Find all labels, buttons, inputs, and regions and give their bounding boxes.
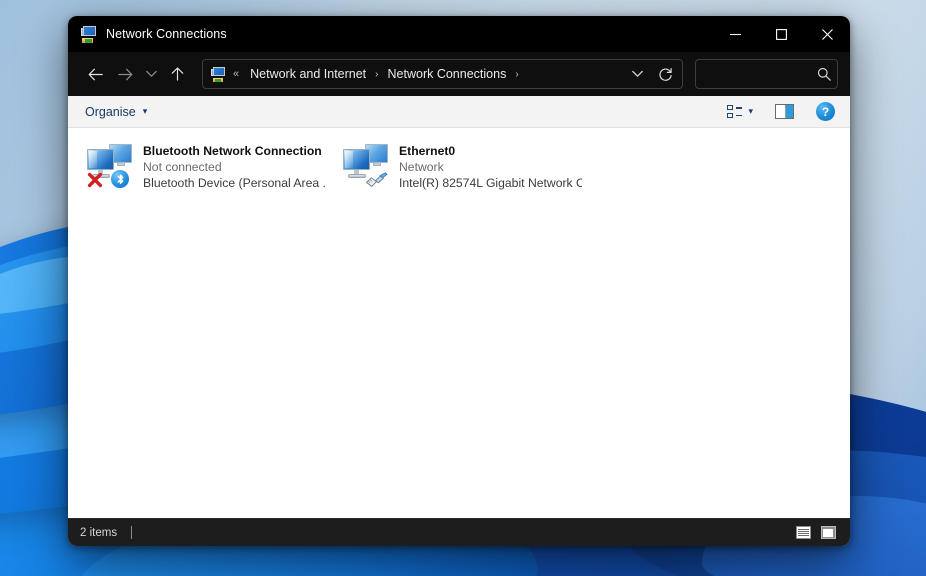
connection-status: Network <box>399 160 444 174</box>
refresh-icon <box>658 67 672 81</box>
connection-device: Bluetooth Device (Personal Area ... <box>143 176 326 190</box>
connection-status: Not connected <box>143 160 222 174</box>
close-button[interactable] <box>804 16 850 52</box>
navigation-bar: « Network and Internet › Network Connect… <box>68 52 850 96</box>
forward-arrow-icon <box>117 68 132 80</box>
view-options-button[interactable]: ▾ <box>722 100 758 124</box>
breadcrumb-separator-icon[interactable]: › <box>370 69 383 80</box>
window-controls <box>712 16 850 52</box>
recent-locations-button[interactable] <box>140 59 162 89</box>
up-arrow-icon <box>171 67 183 81</box>
list-item[interactable]: Bluetooth Network Connection Not connect… <box>80 138 332 195</box>
help-icon: ? <box>816 102 835 121</box>
list-item[interactable]: Ethernet0 Network Intel(R) 82574L Gigabi… <box>336 138 588 195</box>
refresh-button[interactable] <box>650 61 680 87</box>
forward-button[interactable] <box>110 59 140 89</box>
title-bar[interactable]: Network Connections <box>68 16 850 52</box>
back-arrow-icon <box>88 68 103 80</box>
connection-name: Bluetooth Network Connection <box>143 144 322 158</box>
search-box[interactable] <box>695 59 838 89</box>
connection-name: Ethernet0 <box>399 144 456 158</box>
chevron-down-icon <box>145 70 157 77</box>
large-icons-view-icon <box>820 526 836 539</box>
network-connections-icon <box>80 25 98 43</box>
window-title: Network Connections <box>106 27 227 41</box>
back-button[interactable] <box>80 59 110 89</box>
connection-device: Intel(R) 82574L Gigabit Network C... <box>399 176 582 190</box>
details-view-button[interactable] <box>793 524 813 541</box>
breadcrumb-network-connections[interactable]: Network Connections <box>384 64 511 84</box>
status-divider <box>131 526 133 539</box>
bluetooth-icon <box>111 170 129 188</box>
status-bar: 2 items <box>68 518 850 546</box>
breadcrumb-overflow-icon[interactable]: « <box>233 68 239 80</box>
address-bar[interactable]: « Network and Internet › Network Connect… <box>202 59 683 89</box>
chevron-down-icon: ▾ <box>142 106 148 116</box>
up-button[interactable] <box>162 59 192 89</box>
address-bar-icon <box>211 66 227 82</box>
ethernet-plug-icon <box>364 171 388 189</box>
item-count-label: 2 items <box>80 526 118 539</box>
network-adapter-icon <box>86 142 134 188</box>
connections-list: Bluetooth Network Connection Not connect… <box>68 128 850 502</box>
command-toolbar: Organise ▾ ▾ ? <box>68 96 850 128</box>
minimize-button[interactable] <box>712 16 758 52</box>
address-dropdown-button[interactable] <box>624 61 650 87</box>
breadcrumb-network-and-internet[interactable]: Network and Internet <box>246 64 370 84</box>
preview-pane-icon <box>775 104 794 119</box>
list-item-text: Ethernet0 Network Intel(R) 82574L Gigabi… <box>399 142 582 191</box>
list-item-text: Bluetooth Network Connection Not connect… <box>143 142 326 191</box>
search-icon[interactable] <box>817 67 831 81</box>
breadcrumb-separator-icon-2[interactable]: › <box>510 69 523 80</box>
preview-pane-button[interactable] <box>770 100 799 124</box>
help-button[interactable]: ? <box>811 100 840 124</box>
chevron-down-icon <box>631 70 643 77</box>
organise-button[interactable]: Organise ▾ <box>78 101 154 123</box>
large-icons-view-button[interactable] <box>818 524 838 541</box>
details-view-icon <box>795 526 811 539</box>
red-x-icon <box>86 171 103 188</box>
network-adapter-icon <box>342 142 390 188</box>
organise-label: Organise <box>85 104 136 119</box>
network-connections-window: Network Connections « Network and Intern… <box>68 16 850 546</box>
search-input[interactable] <box>704 67 817 81</box>
layout-view-icon <box>727 105 743 118</box>
chevron-down-icon: ▾ <box>748 106 753 116</box>
maximize-button[interactable] <box>758 16 804 52</box>
